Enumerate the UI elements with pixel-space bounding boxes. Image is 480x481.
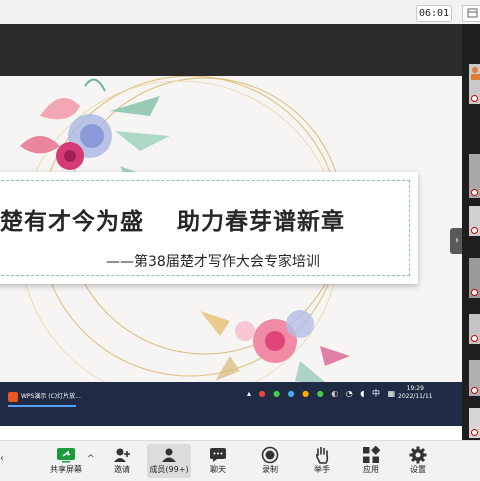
tray-app-icon[interactable]: ● <box>317 389 324 398</box>
slide-subtitle: ——第38届楚才写作大会专家培训 <box>106 254 320 270</box>
taskbar-clock[interactable]: 19:29 2022/11/11 <box>398 385 433 401</box>
raise-hand-icon <box>300 444 344 464</box>
muted-mic-icon <box>471 387 478 394</box>
record-icon <box>248 444 292 464</box>
share-options-chevron-icon[interactable]: ^ <box>87 454 95 464</box>
windows-taskbar: WPS演示 (C)灯片放... ▴ ● ● ● ● ● ◐ ◔ ◖ 中 ▦ 19… <box>0 382 462 426</box>
taskbar-active-indicator <box>8 405 76 407</box>
share-screen-icon <box>44 444 88 464</box>
share-screen-label: 共享屏幕 <box>50 465 82 474</box>
wifi-icon[interactable]: ◔ <box>346 389 353 398</box>
chevron-right-icon: › <box>455 235 459 246</box>
apps-icon <box>349 444 393 464</box>
slide-title: 楚有才今为盛 助力春芽谱新章 <box>0 209 346 235</box>
tray-app-icon[interactable]: ● <box>288 389 295 398</box>
add-user-icon <box>100 444 144 464</box>
tray-app-icon[interactable]: ● <box>302 389 309 398</box>
taskbar-date: 2022/11/11 <box>398 393 433 400</box>
participant-tile[interactable] <box>469 258 480 298</box>
title-banner: 楚有才今为盛 助力春芽谱新章 ——第38届楚才写作大会专家培训 <box>0 172 418 284</box>
chevron-left-icon[interactable]: ‹ <box>0 453 4 464</box>
shared-screen: 楚有才今为盛 助力春芽谱新章 ——第38届楚才写作大会专家培训 WPS演示 (C… <box>0 24 462 426</box>
apps-button[interactable]: 应用 <box>349 444 393 478</box>
input-method-icon[interactable]: ▦ <box>388 389 396 398</box>
participant-video-strip <box>462 24 480 440</box>
tray-app-icon[interactable]: ● <box>273 389 280 398</box>
chat-icon <box>196 444 240 464</box>
presentation-slide: 楚有才今为盛 助力春芽谱新章 ——第38届楚才写作大会专家培训 <box>0 76 462 408</box>
members-label: 成员(99+) <box>149 465 189 474</box>
members-icon <box>147 444 191 464</box>
system-tray: ▴ ● ● ● ● ● ◐ ◔ ◖ 中 ▦ <box>247 388 400 399</box>
tray-language[interactable]: 中 <box>372 389 380 398</box>
chat-button[interactable]: 聊天 <box>196 444 240 478</box>
settings-button[interactable]: 设置 <box>396 444 440 478</box>
muted-mic-icon <box>471 289 478 296</box>
participant-tile[interactable] <box>469 64 480 104</box>
raise-hand-label: 举手 <box>314 465 330 474</box>
taskbar-time: 19:29 <box>406 385 424 392</box>
wps-icon <box>8 391 18 402</box>
participant-tile[interactable] <box>469 206 480 236</box>
settings-label: 设置 <box>410 465 426 474</box>
chat-label: 聊天 <box>210 465 226 474</box>
record-label: 录制 <box>262 465 278 474</box>
muted-mic-icon <box>471 335 478 342</box>
avatar-icon <box>471 67 480 80</box>
meeting-timer: 06:01 <box>416 5 452 22</box>
share-screen-button[interactable]: 共享屏幕 <box>44 444 88 478</box>
members-button[interactable]: 成员(99+) <box>147 444 191 478</box>
tray-app-icon[interactable]: ● <box>259 389 266 398</box>
invite-button[interactable]: 邀请 <box>100 444 144 478</box>
participant-tile[interactable] <box>469 314 480 344</box>
gear-icon <box>396 444 440 464</box>
muted-mic-icon <box>471 429 478 436</box>
participant-tile[interactable] <box>469 154 480 198</box>
participant-tile[interactable] <box>469 360 480 396</box>
slide-margin-top <box>0 24 462 76</box>
raise-hand-button[interactable]: 举手 <box>300 444 344 478</box>
invite-label: 邀请 <box>114 465 130 474</box>
muted-mic-icon <box>471 227 478 234</box>
window-control-icon[interactable] <box>462 5 480 22</box>
taskbar-app-label: WPS演示 (C)灯片放... <box>21 393 81 400</box>
muted-mic-icon <box>471 189 478 196</box>
record-button[interactable]: 录制 <box>248 444 292 478</box>
apps-label: 应用 <box>363 465 379 474</box>
muted-mic-icon <box>471 95 478 102</box>
tray-app-icon[interactable]: ◐ <box>331 389 338 398</box>
meeting-top-bar: 06:01 <box>0 0 480 25</box>
volume-icon[interactable]: ◖ <box>360 389 364 398</box>
taskbar-app-wps[interactable]: WPS演示 (C)灯片放... <box>8 390 98 404</box>
participant-tile[interactable] <box>469 408 480 438</box>
tray-chevron-icon[interactable]: ▴ <box>247 389 251 398</box>
meeting-toolbar: ‹ 共享屏幕 ^ 邀请 成员(99+) 聊天 录制 举手 应用 设置 <box>0 440 480 481</box>
